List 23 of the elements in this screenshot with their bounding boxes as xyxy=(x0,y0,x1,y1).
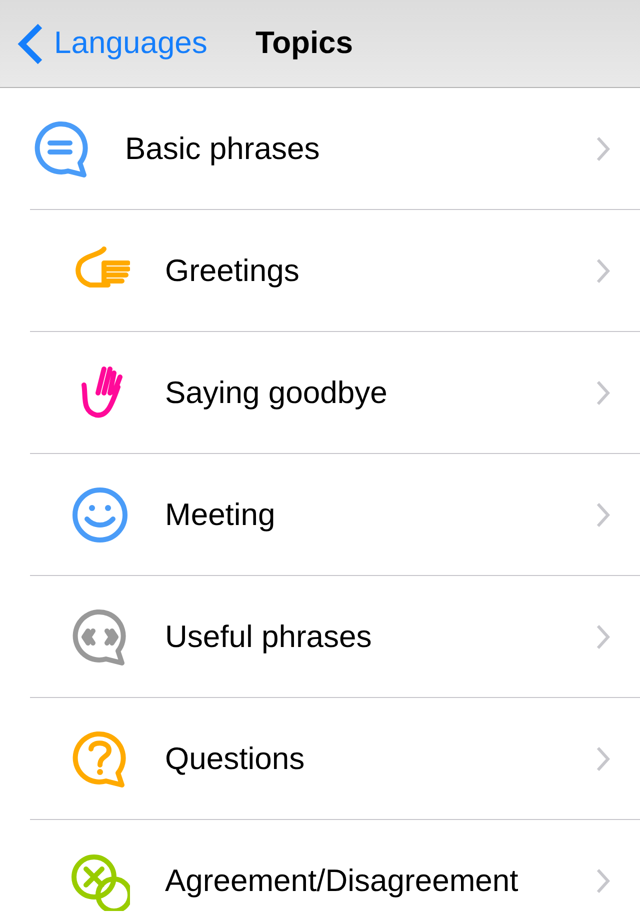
topic-row[interactable]: Greetings xyxy=(0,210,640,332)
chevron-right-icon xyxy=(596,502,610,528)
topic-row[interactable]: Basic phrases xyxy=(0,88,640,210)
topic-label: Agreement/Disagreement xyxy=(165,862,518,900)
page-title: Topics xyxy=(255,24,354,62)
chevron-right-icon xyxy=(596,746,610,772)
chevron-right-icon xyxy=(596,868,610,894)
topic-label: Greetings xyxy=(165,252,300,290)
topic-row[interactable]: Meeting xyxy=(0,454,640,576)
topic-row[interactable]: Saying goodbye xyxy=(0,332,640,454)
chevron-right-icon xyxy=(596,258,610,284)
topic-row[interactable]: Agreement/Disagreement xyxy=(0,820,640,920)
topic-label: Meeting xyxy=(165,496,276,534)
topic-row[interactable]: Questions xyxy=(0,698,640,820)
topic-label: Useful phrases xyxy=(165,618,372,656)
chevron-right-icon xyxy=(596,380,610,406)
chevron-left-icon xyxy=(16,22,44,64)
topic-label: Saying goodbye xyxy=(165,374,388,412)
chevron-right-icon xyxy=(596,624,610,650)
topic-label: Basic phrases xyxy=(125,130,320,168)
topic-row[interactable]: Useful phrases xyxy=(0,576,640,698)
topic-label: Questions xyxy=(165,740,305,778)
chevron-right-icon xyxy=(596,136,610,162)
